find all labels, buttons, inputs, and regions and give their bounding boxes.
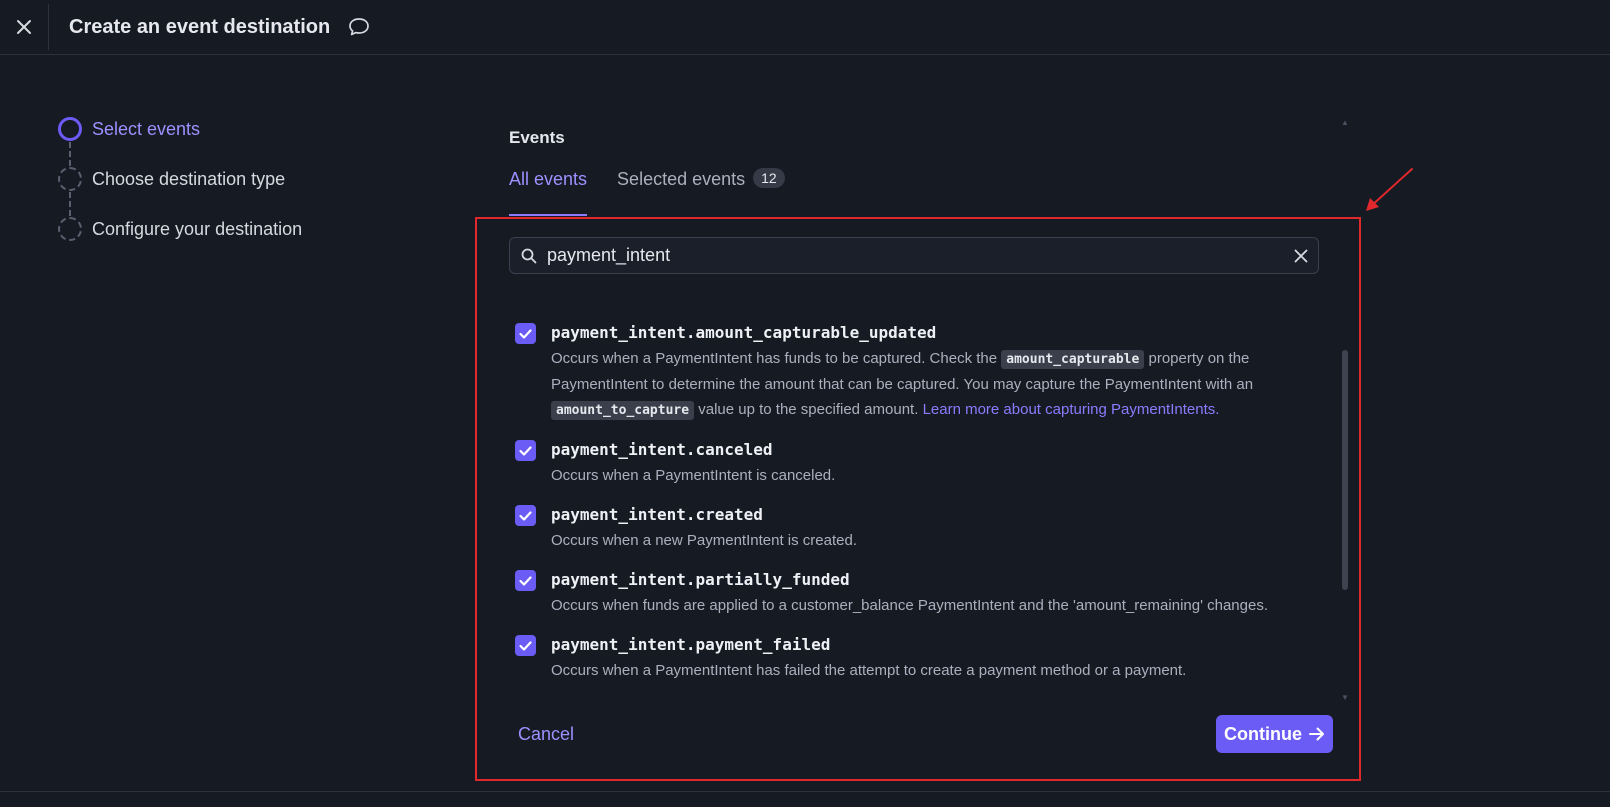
tab-label: Selected events (617, 169, 746, 189)
top-bar: Create an event destination (0, 0, 1610, 55)
progress-steps: Select events Choose destination type Co… (58, 116, 302, 266)
top-divider (48, 4, 49, 50)
annotation-arrow-icon (1366, 168, 1413, 211)
annotation-highlight-box (475, 217, 1361, 781)
chat-bubble-icon (349, 18, 370, 36)
step-pending-icon (58, 167, 82, 191)
step-label: Select events (92, 119, 201, 139)
close-button[interactable] (0, 3, 48, 51)
step-pending-icon (58, 217, 82, 241)
close-icon (17, 20, 31, 34)
step-connector (69, 142, 71, 166)
tab-selected-events[interactable]: Selected events 12 (617, 168, 785, 210)
step-choose-destination: Choose destination type (58, 166, 302, 216)
step-active-icon (58, 117, 82, 141)
events-heading: Events (509, 128, 565, 147)
tab-all-events[interactable]: All events (509, 168, 588, 216)
step-configure-destination: Configure your destination (58, 216, 302, 266)
step-label: Choose destination type (92, 169, 286, 189)
selected-count-badge: 12 (753, 168, 785, 188)
tab-label: All events (509, 168, 588, 189)
step-select-events: Select events (58, 116, 302, 166)
step-connector (69, 192, 71, 216)
scroll-up-icon[interactable]: ▲ (1341, 118, 1349, 127)
bottom-divider (0, 791, 1610, 792)
step-label: Configure your destination (92, 219, 303, 239)
page-title: Create an event destination (69, 15, 331, 38)
events-tabs: All events Selected events 12 (509, 168, 815, 216)
feedback-button[interactable] (348, 17, 370, 37)
